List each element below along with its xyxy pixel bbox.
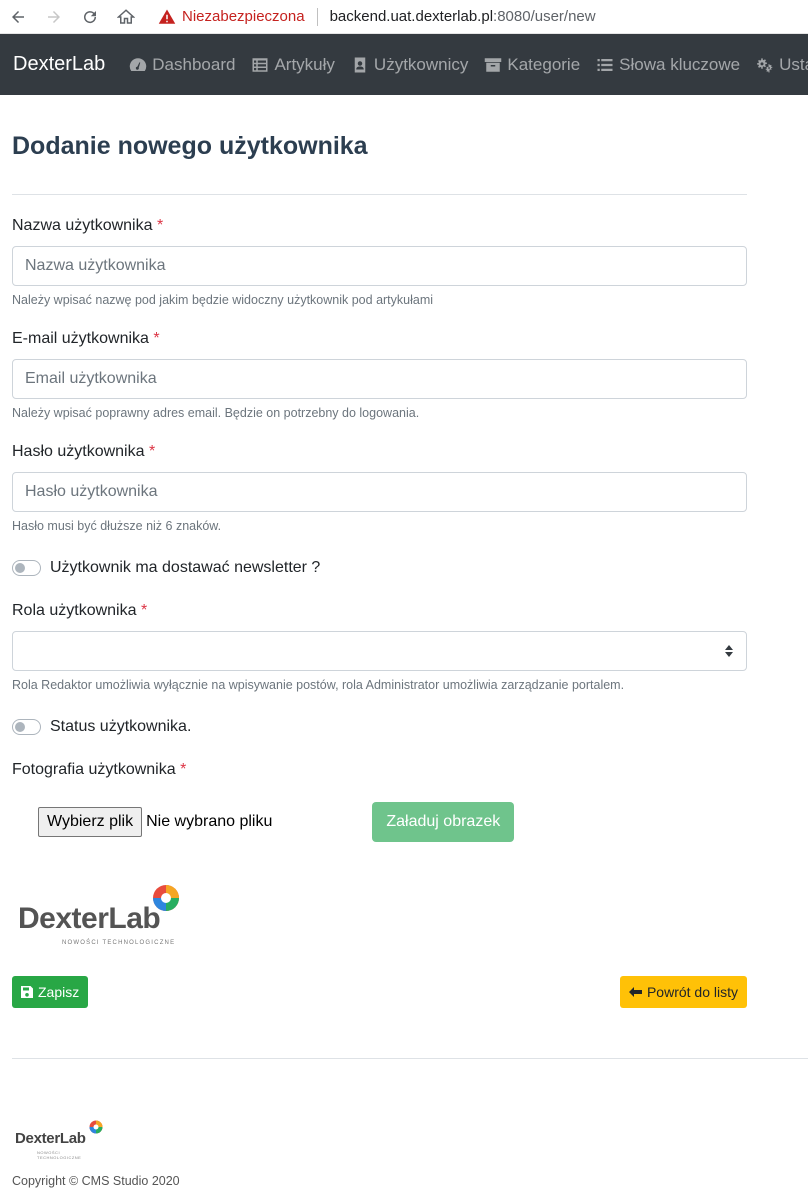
username-input[interactable] <box>12 246 747 286</box>
status-row: Status użytkownika. <box>12 715 796 739</box>
required-mark: * <box>180 761 187 778</box>
nav-item-label: Słowa kluczowe <box>619 54 741 74</box>
address-book-icon <box>354 57 366 72</box>
password-label-text: Hasło użytkownika <box>12 443 145 460</box>
nav-item-label: Artykuły <box>274 54 335 74</box>
floppy-disk-icon <box>21 986 33 998</box>
form-actions: Zapisz Powrót do listy <box>12 976 747 1008</box>
forward-arrow-icon[interactable] <box>36 0 72 34</box>
back-button-label: Powrót do listy <box>646 984 738 1000</box>
upload-row: Wybierz plik Nie wybrano pliku Załaduj o… <box>12 802 796 842</box>
email-label-text: E-mail użytkownika <box>12 330 149 347</box>
email-label: E-mail użytkownika * <box>12 329 796 349</box>
upload-image-button[interactable]: Załaduj obrazek <box>372 802 515 842</box>
warning-icon <box>158 9 176 24</box>
required-mark: * <box>148 443 156 460</box>
dashboard-icon <box>130 57 147 71</box>
main-content: Dodanie nowego użytkownika Nazwa użytkow… <box>0 131 808 1188</box>
photo-label-text: Fotografia użytkownika <box>12 761 176 778</box>
nav-item-label: Ustaw <box>779 54 808 74</box>
required-mark: * <box>140 602 148 619</box>
back-to-list-button[interactable]: Powrót do listy <box>619 976 747 1008</box>
username-label: Nazwa użytkownika * <box>12 216 796 236</box>
logo-subtitle: NOWOŚCI TECHNOLOGICZNE <box>62 940 176 946</box>
page-title: Dodanie nowego użytkownika <box>12 132 368 160</box>
status-toggle[interactable] <box>12 719 41 735</box>
save-button[interactable]: Zapisz <box>12 976 89 1008</box>
password-input[interactable] <box>12 472 747 512</box>
username-label-text: Nazwa użytkownika <box>12 217 153 234</box>
list-alt-icon <box>252 57 268 72</box>
archive-icon <box>485 57 502 72</box>
nav-item-dashboard[interactable]: Dashboard <box>129 55 235 75</box>
nav-item-label: Dashboard <box>152 54 236 74</box>
role-select[interactable] <box>12 631 747 671</box>
nav-item-articles[interactable]: Artykuły <box>251 54 335 75</box>
logo-mark-icon <box>89 1120 103 1134</box>
save-button-label: Zapisz <box>38 984 80 1000</box>
logo-text: DexterLab <box>18 902 161 935</box>
toggle-knob <box>15 563 25 573</box>
nav-item-label: Kategorie <box>507 54 581 74</box>
app-navbar: DexterLab Dashboard Artykuły Użytkownicy… <box>0 34 808 95</box>
photo-preview-logo: DexterLab NOWOŚCI TECHNOLOGICZNE <box>18 884 188 948</box>
required-mark: * <box>153 330 160 347</box>
email-input[interactable] <box>12 359 747 399</box>
footer-logo-subtitle: NOWOŚCI TECHNOLOGICZNE <box>37 1150 82 1160</box>
nav-item-keywords[interactable]: Słowa kluczowe <box>596 55 740 75</box>
back-arrow-icon[interactable] <box>0 0 36 34</box>
choose-file-button[interactable]: Wybierz plik <box>38 807 143 837</box>
nav-item-categories[interactable]: Kategorie <box>484 55 580 75</box>
home-icon[interactable] <box>108 0 144 34</box>
newsletter-toggle[interactable] <box>12 560 41 576</box>
newsletter-label[interactable]: Użytkownik ma dostawać newsletter ? <box>50 559 320 577</box>
list-icon <box>597 58 613 71</box>
url-path: :8080/user/new <box>493 8 596 25</box>
nav-item-label: Użytkownicy <box>373 54 469 74</box>
sort-caret-icon <box>725 645 733 657</box>
arrow-left-icon <box>628 987 642 997</box>
password-help: Hasło musi być dłuższe niż 6 znaków. <box>12 519 222 533</box>
nav-item-users[interactable]: Użytkownicy <box>351 55 468 75</box>
required-mark: * <box>156 217 164 234</box>
navbar-brand[interactable]: DexterLab <box>13 53 105 76</box>
nav-item-settings[interactable]: Ustaw <box>756 55 808 75</box>
divider <box>12 194 747 195</box>
footer-logo-text: DexterLab <box>15 1130 86 1147</box>
file-status: Nie wybrano pliku <box>146 813 273 830</box>
newsletter-row: Użytkownik ma dostawać newsletter ? <box>12 556 796 580</box>
photo-label: Fotografia użytkownika * <box>12 760 796 780</box>
url-host: backend.uat.dexterlab.pl <box>329 8 494 25</box>
role-label: Rola użytkownika * <box>12 601 796 621</box>
password-label: Hasło użytkownika * <box>12 442 796 462</box>
username-help: Należy wpisać nazwę pod jakim będzie wid… <box>12 293 434 307</box>
email-help: Należy wpisać poprawny adres email. Będz… <box>12 406 420 420</box>
reload-icon[interactable] <box>72 0 108 34</box>
insecure-label: Niezabezpieczona <box>182 8 305 25</box>
browser-toolbar: Niezabezpieczona backend.uat.dexterlab.p… <box>0 0 808 34</box>
role-help: Rola Redaktor umożliwia wyłącznie na wpi… <box>12 678 625 692</box>
cogs-icon <box>757 57 773 72</box>
address-separator <box>316 7 318 26</box>
footer-divider <box>12 1058 808 1059</box>
address-bar[interactable]: Niezabezpieczona backend.uat.dexterlab.p… <box>158 0 596 34</box>
copyright-text: Copyright © CMS Studio 2020 <box>12 1174 180 1188</box>
role-label-text: Rola użytkownika <box>12 602 137 619</box>
footer-logo: DexterLab NOWOŚCI TECHNOLOGICZNE <box>15 1120 105 1160</box>
status-label[interactable]: Status użytkownika. <box>50 718 191 736</box>
toggle-knob <box>15 722 25 732</box>
